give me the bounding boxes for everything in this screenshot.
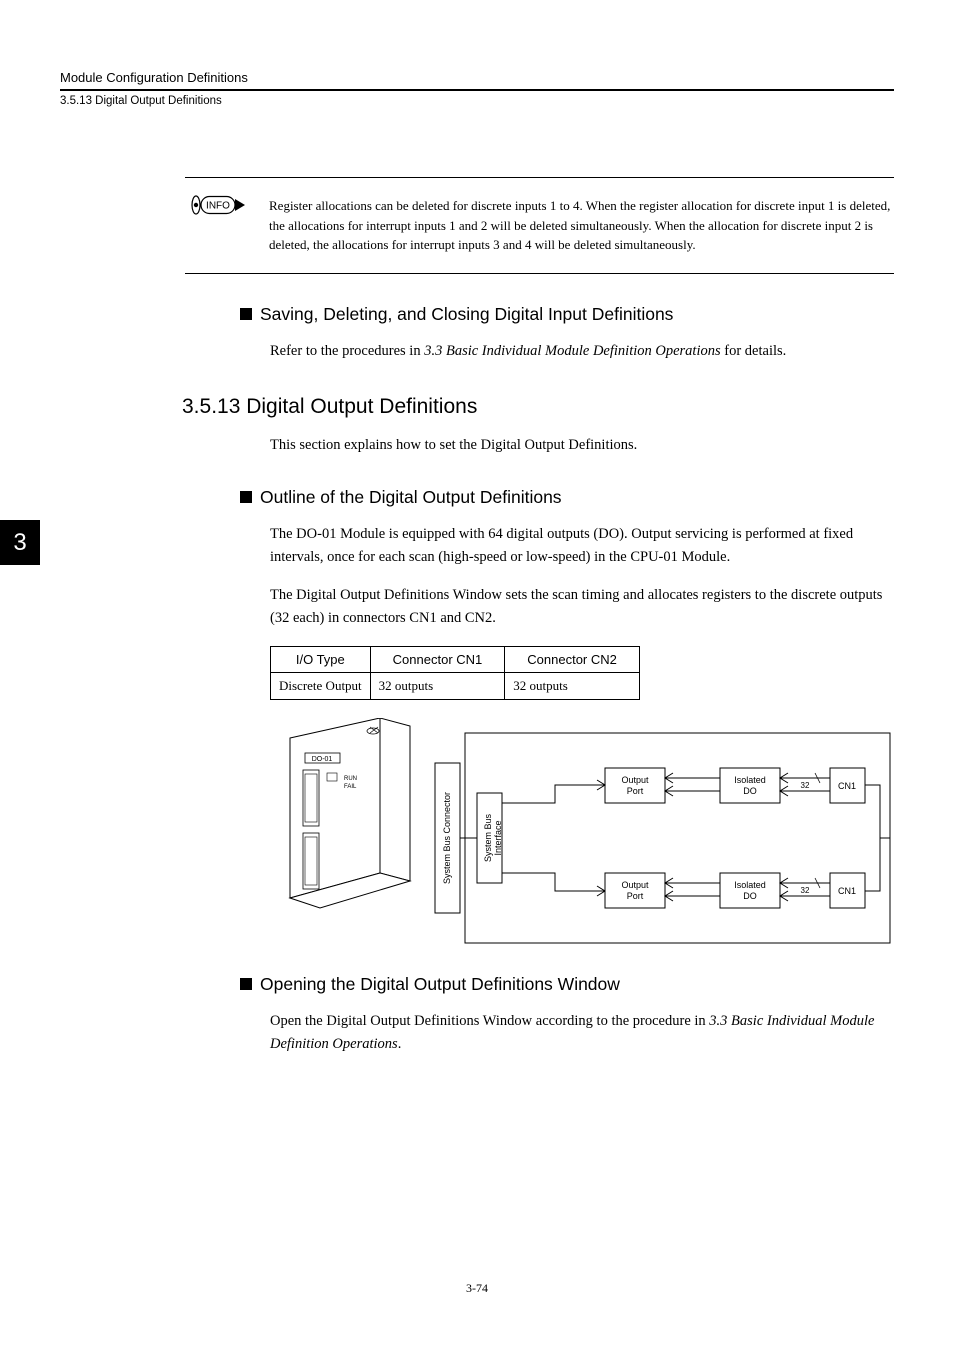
para-opening-post: . <box>398 1036 402 1052</box>
para-refer-post: for details. <box>721 343 787 359</box>
section-heading-opening: Opening the Digital Output Definitions W… <box>240 974 894 995</box>
sys-bus-connector-label: System Bus Connector <box>442 792 452 884</box>
th-cn2: Connector CN2 <box>505 646 640 672</box>
count-label: 32 <box>801 781 810 790</box>
chapter-tab: 3 <box>0 520 40 565</box>
para-refer: Refer to the procedures in 3.3 Basic Ind… <box>270 340 884 363</box>
info-bottom-rule <box>185 273 894 274</box>
section-title: Outline of the Digital Output Definition… <box>260 487 562 508</box>
info-label: INFO <box>206 201 230 212</box>
section-heading-outline: Outline of the Digital Output Definition… <box>240 487 894 508</box>
header-rule <box>60 89 894 91</box>
para-refer-ital: 3.3 Basic Individual Module Definition O… <box>424 343 720 359</box>
bullet-square-icon <box>240 978 252 990</box>
heading-digital-output: 3.5.13 Digital Output Definitions <box>182 395 894 419</box>
bullet-square-icon <box>240 491 252 503</box>
bullet-square-icon <box>240 308 252 320</box>
header-title: Module Configuration Definitions <box>60 70 894 85</box>
para-outline-1: The DO-01 Module is equipped with 64 dig… <box>270 523 884 569</box>
para-opening: Open the Digital Output Definitions Wind… <box>270 1010 884 1056</box>
para-opening-pre: Open the Digital Output Definitions Wind… <box>270 1013 709 1029</box>
block-diagram: DO-01 RUN FAIL System Bus Connector <box>270 718 894 952</box>
io-table: I/O Type Connector CN1 Connector CN2 Dis… <box>270 646 640 700</box>
table-row: Discrete Output 32 outputs 32 outputs <box>271 672 640 699</box>
info-icon: INFO <box>185 194 245 220</box>
count-label: 32 <box>801 886 810 895</box>
info-top-rule <box>185 177 894 178</box>
para-refer-pre: Refer to the procedures in <box>270 343 424 359</box>
para-outline-2: The Digital Output Definitions Window se… <box>270 584 884 630</box>
section-title: Saving, Deleting, and Closing Digital In… <box>260 304 673 325</box>
th-cn1: Connector CN1 <box>370 646 505 672</box>
svg-text:RUN: RUN <box>344 776 357 782</box>
header-subtitle: 3.5.13 Digital Output Definitions <box>60 95 894 107</box>
td-cn1: 32 outputs <box>370 672 505 699</box>
module-label: DO-01 <box>312 756 333 763</box>
section-title: Opening the Digital Output Definitions W… <box>260 974 620 995</box>
cn1-label: CN1 <box>838 781 856 791</box>
table-row: I/O Type Connector CN1 Connector CN2 <box>271 646 640 672</box>
info-text: Register allocations can be deleted for … <box>269 196 894 255</box>
page-number: 3-74 <box>0 1281 954 1296</box>
th-io-type: I/O Type <box>271 646 371 672</box>
para-intro: This section explains how to set the Dig… <box>270 434 884 457</box>
section-heading-save-delete: Saving, Deleting, and Closing Digital In… <box>240 304 894 325</box>
td-io-type: Discrete Output <box>271 672 371 699</box>
sys-bus-interface-label: System BusInterface <box>483 813 503 862</box>
td-cn2: 32 outputs <box>505 672 640 699</box>
svg-text:FAIL: FAIL <box>344 784 357 790</box>
cn1-label: CN1 <box>838 886 856 896</box>
